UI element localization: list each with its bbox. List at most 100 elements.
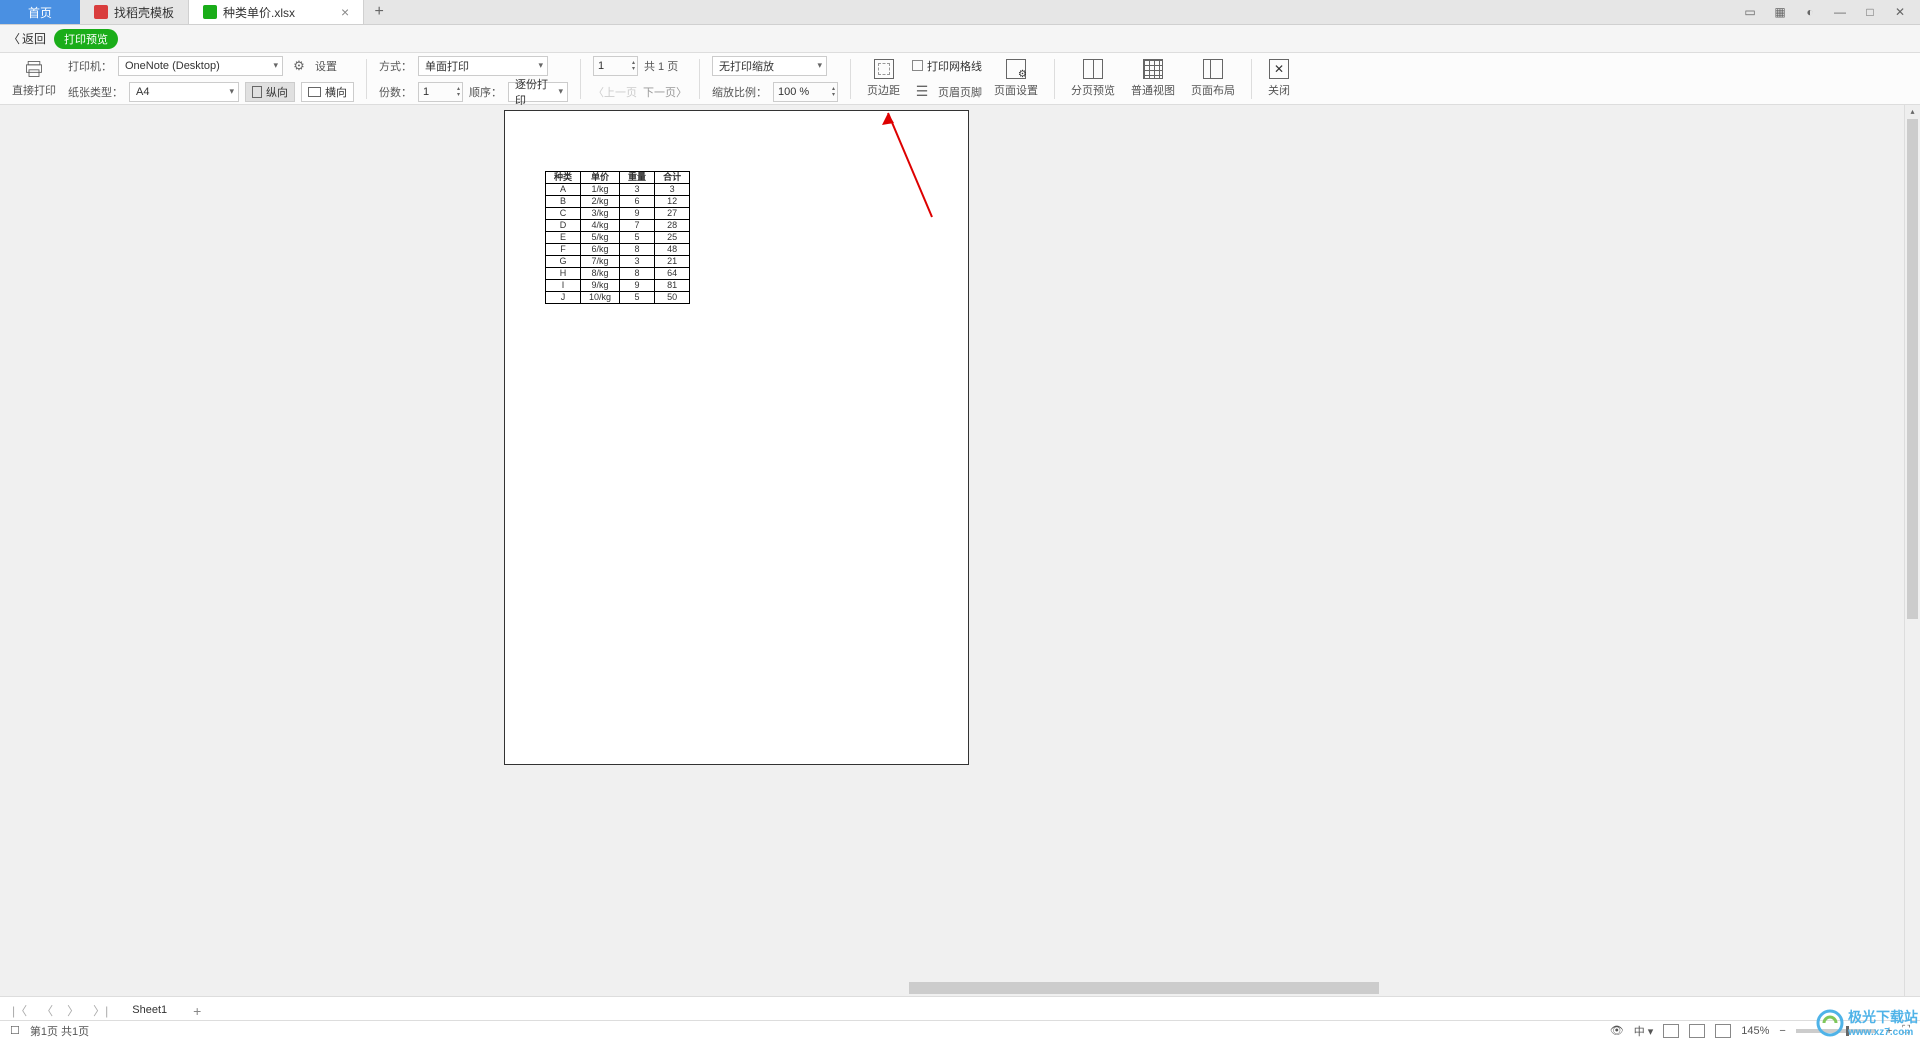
horizontal-scrollbar[interactable]: [895, 980, 1904, 996]
page-layout-button[interactable]: 页面布局: [1187, 59, 1239, 98]
printer-icon: [24, 59, 44, 79]
eye-icon[interactable]: 👁: [1610, 1024, 1624, 1037]
chevron-left-icon: 〈: [8, 30, 20, 47]
sheet-prev-button[interactable]: 〈: [37, 1002, 57, 1019]
paper-select[interactable]: A4: [129, 82, 239, 102]
mode-select[interactable]: 单面打印: [418, 56, 548, 76]
table-header: 合计: [655, 172, 690, 184]
zoom-slider[interactable]: [1796, 1029, 1876, 1033]
chevron-left-icon: 〈: [593, 87, 604, 99]
sheet-next-button[interactable]: 〉: [63, 1002, 83, 1019]
settings-link[interactable]: 设置: [315, 58, 337, 74]
window-close-icon[interactable]: ✕: [1890, 2, 1910, 22]
print-gridlines-checkbox[interactable]: 打印网格线: [912, 58, 982, 74]
table-row: J10/kg550: [546, 292, 690, 304]
vertical-scrollbar[interactable]: ▴: [1904, 105, 1920, 996]
copies-label: 份数：: [379, 84, 412, 100]
add-tab-button[interactable]: +: [364, 0, 394, 24]
zoom-out-button[interactable]: −: [1779, 1025, 1785, 1037]
preview-table: 种类单价重量合计 A1/kg33B2/kg612C3/kg927D4/kg728…: [545, 171, 690, 304]
maximize-icon[interactable]: □: [1860, 2, 1880, 22]
table-row: E5/kg525: [546, 232, 690, 244]
back-label: 返回: [22, 30, 46, 47]
print-preview-page: 种类单价重量合计 A1/kg33B2/kg612C3/kg927D4/kg728…: [504, 110, 969, 765]
landscape-icon: [308, 87, 321, 97]
add-sheet-button[interactable]: +: [187, 1003, 207, 1019]
fullscreen-icon[interactable]: ⛶: [1902, 1024, 1910, 1037]
tab-file[interactable]: 种类单价.xlsx ×: [189, 0, 364, 24]
copies-spinner[interactable]: 1: [418, 82, 463, 102]
hscroll-thumb[interactable]: [909, 982, 1379, 994]
mode-label: 方式：: [379, 58, 412, 74]
next-page-button[interactable]: 下一页〉: [643, 84, 687, 100]
scroll-thumb[interactable]: [1907, 119, 1918, 619]
margins-icon: [874, 59, 894, 79]
direct-print-label: 直接打印: [12, 82, 56, 98]
page-layout-icon: [1203, 59, 1223, 79]
sheet-tab-1[interactable]: Sheet1: [118, 1000, 181, 1022]
chevron-right-icon: 〉: [676, 87, 687, 99]
direct-print-button[interactable]: 直接打印: [8, 59, 60, 98]
printer-select[interactable]: OneNote (Desktop): [118, 56, 283, 76]
zoom-value: 145%: [1741, 1025, 1769, 1037]
sheet-first-button[interactable]: |〈: [8, 1002, 31, 1019]
sheet-last-button[interactable]: 〉|: [89, 1002, 112, 1019]
minimize-icon[interactable]: —: [1830, 2, 1850, 22]
help-icon[interactable]: ☐: [10, 1024, 20, 1037]
tablet-icon[interactable]: ▭: [1740, 2, 1760, 22]
header-footer-button[interactable]: 页眉页脚: [938, 84, 982, 100]
close-button[interactable]: ✕ 关闭: [1264, 59, 1294, 98]
printer-label: 打印机：: [68, 58, 112, 74]
table-row: H8/kg864: [546, 268, 690, 280]
docer-icon: [94, 5, 108, 19]
zoom-in-button[interactable]: +: [1886, 1025, 1892, 1037]
checkbox-icon: [912, 60, 923, 71]
table-row: C3/kg927: [546, 208, 690, 220]
landscape-button[interactable]: 横向: [301, 82, 354, 102]
table-row: I9/kg981: [546, 280, 690, 292]
xlsx-icon: [203, 5, 217, 19]
page-break-icon: [1083, 59, 1103, 79]
order-select[interactable]: 逐份打印: [508, 82, 568, 102]
status-page-info: 第1页 共1页: [30, 1023, 89, 1039]
portrait-icon: [252, 86, 262, 98]
table-row: B2/kg612: [546, 196, 690, 208]
prev-page-button[interactable]: 〈上一页: [593, 84, 637, 100]
user-icon[interactable]: ◐: [1800, 2, 1820, 22]
lang-icon[interactable]: 中 ▾: [1634, 1023, 1654, 1039]
scroll-up-icon[interactable]: ▴: [1905, 105, 1920, 119]
table-row: A1/kg33: [546, 184, 690, 196]
tab-label: 种类单价.xlsx: [223, 4, 295, 21]
scale-label: 缩放比例：: [712, 84, 767, 100]
back-button[interactable]: 〈 返回: [8, 30, 46, 47]
tab-templates[interactable]: 找稻壳模板: [80, 0, 189, 24]
table-row: G7/kg321: [546, 256, 690, 268]
tab-home[interactable]: 首页: [0, 0, 80, 24]
page-break-button[interactable]: 分页预览: [1067, 59, 1119, 98]
normal-view-button[interactable]: 普通视图: [1127, 59, 1179, 98]
view-layout-icon[interactable]: [1689, 1024, 1705, 1038]
normal-view-icon: [1143, 59, 1163, 79]
gear-icon: ⚙: [289, 56, 309, 76]
zoom-mode-select[interactable]: 无打印缩放: [712, 56, 827, 76]
table-header: 重量: [620, 172, 655, 184]
view-break-icon[interactable]: [1715, 1024, 1731, 1038]
table-row: D4/kg728: [546, 220, 690, 232]
margins-button[interactable]: 页边距: [863, 59, 904, 98]
grid-icon[interactable]: ▦: [1770, 2, 1790, 22]
header-footer-icon: ☰: [912, 82, 932, 102]
table-header: 单价: [581, 172, 620, 184]
tab-label: 找稻壳模板: [114, 4, 174, 21]
page-setup-button[interactable]: ⚙ 页面设置: [990, 59, 1042, 98]
close-icon[interactable]: ×: [341, 4, 349, 20]
page-spinner[interactable]: 1: [593, 56, 638, 76]
print-preview-badge: 打印预览: [54, 29, 118, 49]
table-header: 种类: [546, 172, 581, 184]
view-normal-icon[interactable]: [1663, 1024, 1679, 1038]
table-row: F6/kg848: [546, 244, 690, 256]
scale-spinner[interactable]: 100 %: [773, 82, 838, 102]
close-x-icon: ✕: [1269, 59, 1289, 79]
paper-label: 纸张类型：: [68, 84, 123, 100]
portrait-button[interactable]: 纵向: [245, 82, 295, 102]
page-setup-icon: ⚙: [1006, 59, 1026, 79]
